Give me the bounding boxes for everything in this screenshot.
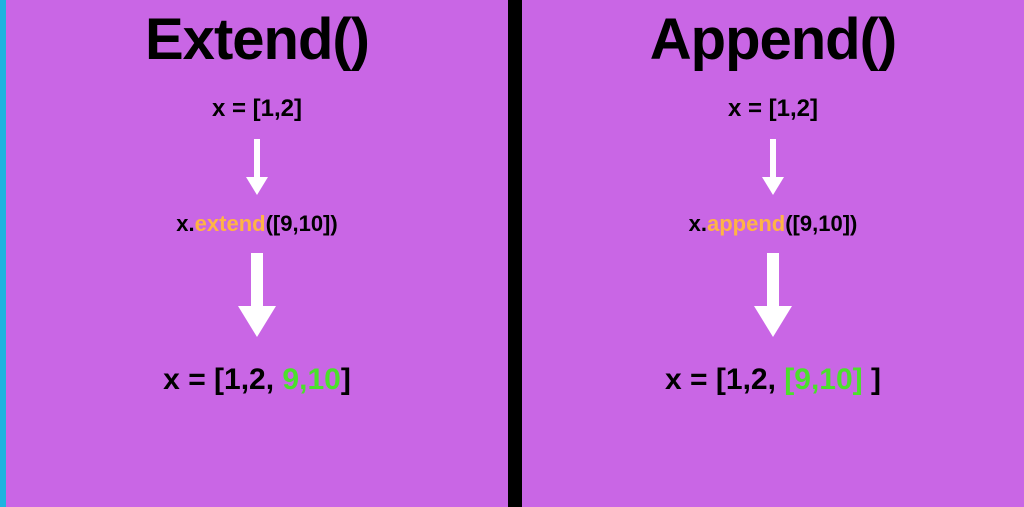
append-operation-code: x.append([9,10]) xyxy=(689,211,858,237)
append-result-code: x = [1,2, [9,10] ] xyxy=(665,363,881,397)
arrow-down-icon xyxy=(748,251,798,341)
result-prefix: x = [1,2, xyxy=(163,363,282,396)
arrow-down-icon xyxy=(243,137,271,197)
append-title: Append() xyxy=(650,6,897,73)
extend-result-code: x = [1,2, 9,10] xyxy=(163,363,351,397)
arrow-down-icon xyxy=(759,137,787,197)
append-panel: Append() x = [1,2] x.append([9,10]) x = … xyxy=(522,0,1024,507)
result-suffix: ] xyxy=(341,363,351,396)
result-suffix: ] xyxy=(863,363,881,396)
vertical-divider xyxy=(508,0,522,507)
op-prefix: x. xyxy=(689,211,707,236)
append-initial-code: x = [1,2] xyxy=(728,95,818,123)
arrow-down-icon xyxy=(232,251,282,341)
result-prefix: x = [1,2, xyxy=(665,363,784,396)
append-added-values: [9,10] xyxy=(784,363,862,396)
extend-title: Extend() xyxy=(145,6,369,73)
extend-panel: Extend() x = [1,2] x.extend([9,10]) x = … xyxy=(6,0,508,507)
op-suffix: ([9,10]) xyxy=(266,211,338,236)
op-suffix: ([9,10]) xyxy=(785,211,857,236)
extend-method-name: extend xyxy=(195,211,266,236)
extend-operation-code: x.extend([9,10]) xyxy=(176,211,337,237)
append-method-name: append xyxy=(707,211,785,236)
extend-initial-code: x = [1,2] xyxy=(212,95,302,123)
extend-added-values: 9,10 xyxy=(282,363,340,396)
op-prefix: x. xyxy=(176,211,194,236)
